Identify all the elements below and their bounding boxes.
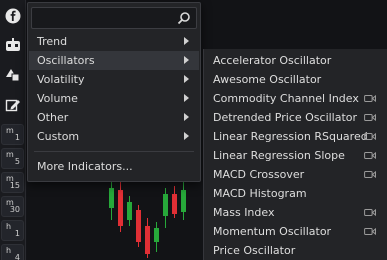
submenu-item-awesome-oscillator[interactable]: Awesome Oscillator — [204, 70, 387, 89]
timeframe-4h[interactable]: h 4 — [1, 244, 24, 260]
candle — [145, 226, 150, 254]
submenu-item-linear-regression-slope[interactable]: Linear Regression Slope — [204, 146, 387, 165]
search-icon[interactable] — [177, 11, 191, 25]
candle — [181, 190, 186, 212]
submenu-item-macd-histogram[interactable]: MACD Histogram — [204, 184, 387, 203]
menu-item-label: Volatility — [37, 73, 85, 86]
submenu-item-label: Mass Index — [213, 206, 275, 219]
menu-divider — [34, 151, 194, 152]
candle — [118, 190, 123, 226]
timeframe-value: 15 — [9, 181, 20, 190]
timeframe-15m[interactable]: m 15 — [1, 172, 24, 193]
timeframe-1m[interactable]: m 1 — [1, 124, 24, 145]
submenu-item-linear-regression-rsquared[interactable]: Linear Regression RSquared — [204, 127, 387, 146]
submenu-item-macd-crossover[interactable]: MACD Crossover — [204, 165, 387, 184]
candle — [109, 188, 114, 208]
search-input[interactable] — [32, 8, 172, 28]
oscillators-submenu: Accelerator Oscillator Awesome Oscillato… — [203, 49, 387, 260]
timeframe-5m[interactable]: m 5 — [1, 148, 24, 169]
chevron-right-icon — [184, 94, 189, 102]
submenu-item-label: MACD Crossover — [213, 168, 305, 181]
candle — [136, 210, 141, 242]
candle — [163, 194, 168, 216]
submenu-item-label: Awesome Oscillator — [213, 73, 322, 86]
more-indicators-label: More Indicators... — [37, 160, 133, 173]
candle — [172, 194, 177, 214]
submenu-item-label: MACD Histogram — [213, 187, 307, 200]
timeframe-unit: h — [6, 222, 12, 231]
submenu-item-label: Linear Regression RSquared — [213, 130, 368, 143]
timeframe-value: 4 — [14, 253, 20, 260]
video-icon[interactable] — [364, 170, 376, 179]
candle — [127, 202, 132, 220]
menu-item-label: Trend — [37, 35, 68, 48]
submenu-item-price-oscillator[interactable]: Price Oscillator — [204, 241, 387, 260]
timeframe-unit: m — [6, 150, 14, 159]
chevron-right-icon — [184, 56, 189, 64]
menu-item-custom[interactable]: Custom — [29, 127, 199, 146]
chevron-right-icon — [184, 132, 189, 140]
submenu-item-mass-index[interactable]: Mass Index — [204, 203, 387, 222]
indicators-menu: Trend Oscillators Volatility Volume Othe… — [27, 2, 201, 182]
submenu-item-label: Commodity Channel Index — [213, 92, 359, 105]
video-icon[interactable] — [364, 113, 376, 122]
video-icon[interactable] — [364, 94, 376, 103]
timeframe-1h[interactable]: h 1 — [1, 220, 24, 241]
timeframe-unit: h — [6, 246, 12, 255]
menu-item-label: Oscillators — [37, 54, 95, 67]
menu-item-volatility[interactable]: Volatility — [29, 70, 199, 89]
timeframe-value: 1 — [14, 229, 20, 238]
search-box — [31, 7, 197, 29]
submenu-item-detrended-price-oscillator[interactable]: Detrended Price Oscillator — [204, 108, 387, 127]
menu-item-label: Volume — [37, 92, 78, 105]
video-icon[interactable] — [364, 132, 376, 141]
submenu-item-commodity-channel-index[interactable]: Commodity Channel Index — [204, 89, 387, 108]
robot-icon[interactable] — [1, 33, 24, 56]
timeframe-value: 1 — [14, 133, 20, 142]
video-icon[interactable] — [364, 227, 376, 236]
more-indicators-item[interactable]: More Indicators... — [29, 157, 199, 176]
video-icon[interactable] — [364, 208, 376, 217]
menu-item-label: Other — [37, 111, 69, 124]
submenu-item-label: Price Oscillator — [213, 244, 296, 257]
chevron-right-icon — [184, 113, 189, 121]
menu-item-volume[interactable]: Volume — [29, 89, 199, 108]
video-icon[interactable] — [364, 151, 376, 160]
timeframe-value: 5 — [14, 157, 20, 166]
chevron-right-icon — [184, 37, 189, 45]
chevron-right-icon — [184, 75, 189, 83]
left-toolbar: m 1 m 5 m 15 m 30 h 1 h 4 — [0, 0, 26, 260]
facebook-icon[interactable] — [1, 4, 24, 27]
menu-item-other[interactable]: Other — [29, 108, 199, 127]
candle — [154, 228, 159, 242]
timeframe-unit: m — [6, 126, 14, 135]
submenu-item-label: Accelerator Oscillator — [213, 54, 332, 67]
submenu-item-label: Linear Regression Slope — [213, 149, 345, 162]
submenu-item-label: Detrended Price Oscillator — [213, 111, 358, 124]
menu-item-label: Custom — [37, 130, 80, 143]
menu-item-oscillators[interactable]: Oscillators — [29, 51, 199, 70]
timeframe-30m[interactable]: m 30 — [1, 196, 24, 217]
submenu-item-momentum-oscillator[interactable]: Momentum Oscillator — [204, 222, 387, 241]
timeframe-value: 30 — [9, 205, 20, 214]
submenu-item-label: Momentum Oscillator — [213, 225, 332, 238]
menu-item-trend[interactable]: Trend — [29, 32, 199, 51]
pencil-settings-icon[interactable] — [1, 93, 24, 116]
submenu-item-accelerator-oscillator[interactable]: Accelerator Oscillator — [204, 51, 387, 70]
shapes-icon[interactable] — [1, 63, 24, 86]
